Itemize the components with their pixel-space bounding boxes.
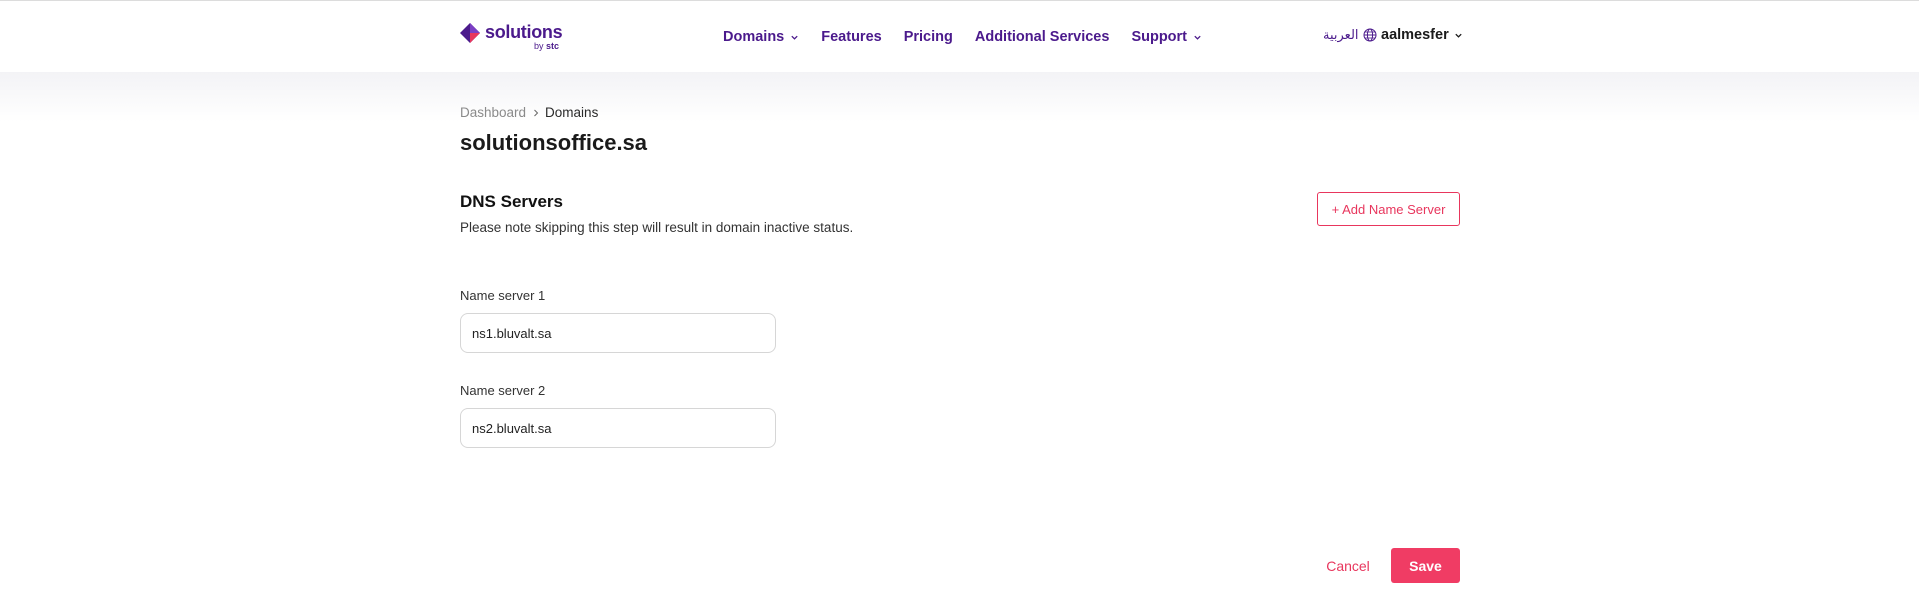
chevron-down-icon	[1455, 33, 1462, 38]
globe-icon	[1363, 28, 1377, 42]
brand-name: solutions	[485, 22, 563, 42]
brand-by-line: by stc	[534, 41, 559, 51]
name-server-2-input[interactable]	[460, 408, 776, 448]
cancel-button[interactable]: Cancel	[1318, 551, 1378, 581]
nav-item-domains[interactable]: Domains	[723, 29, 799, 45]
brand-by-prefix: by	[534, 41, 544, 51]
site-header: solutions by stc Domains Features Pricin…	[0, 1, 1919, 72]
add-name-server-button[interactable]: + Add Name Server	[1317, 192, 1460, 226]
nav-item-label: Domains	[723, 29, 785, 45]
name-server-1-label: Name server 1	[460, 288, 546, 303]
brand-by-name: stc	[546, 41, 560, 51]
nav-item-features[interactable]: Features	[821, 29, 881, 45]
user-menu[interactable]: aalmesfer	[1381, 27, 1463, 43]
nav-item-additional-services[interactable]: Additional Services	[975, 29, 1110, 45]
save-button[interactable]: Save	[1391, 548, 1460, 583]
nav-item-label: Additional Services	[974, 29, 1110, 45]
brand-logo[interactable]: solutions by stc	[460, 21, 570, 55]
breadcrumb-domains: Domains	[545, 105, 599, 120]
page-title: solutionsoffice.sa	[460, 130, 648, 155]
header-shadow	[0, 72, 1919, 122]
nav-item-label: Pricing	[903, 29, 953, 45]
language-label: العربية	[1323, 27, 1359, 42]
chevron-down-icon	[791, 35, 798, 40]
chevron-right-icon	[534, 109, 539, 116]
nav-item-support[interactable]: Support	[1131, 29, 1202, 45]
breadcrumb-dashboard[interactable]: Dashboard	[460, 105, 526, 120]
dns-section-note: Please note skipping this step will resu…	[460, 220, 854, 235]
nav-item-label: Features	[821, 29, 882, 45]
username: aalmesfer	[1381, 27, 1449, 43]
brand-diamond-icon	[460, 23, 480, 43]
name-server-1-input[interactable]	[460, 313, 776, 353]
chevron-down-icon	[1194, 35, 1201, 40]
breadcrumb: Dashboard Domains	[460, 105, 598, 120]
dns-section-title: DNS Servers	[460, 192, 564, 211]
name-server-2-label: Name server 2	[460, 383, 546, 398]
main-nav: Domains Features Pricing Additional Serv…	[723, 27, 1224, 47]
language-switcher[interactable]: العربية	[1323, 27, 1377, 43]
nav-item-pricing[interactable]: Pricing	[904, 29, 953, 45]
nav-item-label: Support	[1131, 29, 1188, 45]
